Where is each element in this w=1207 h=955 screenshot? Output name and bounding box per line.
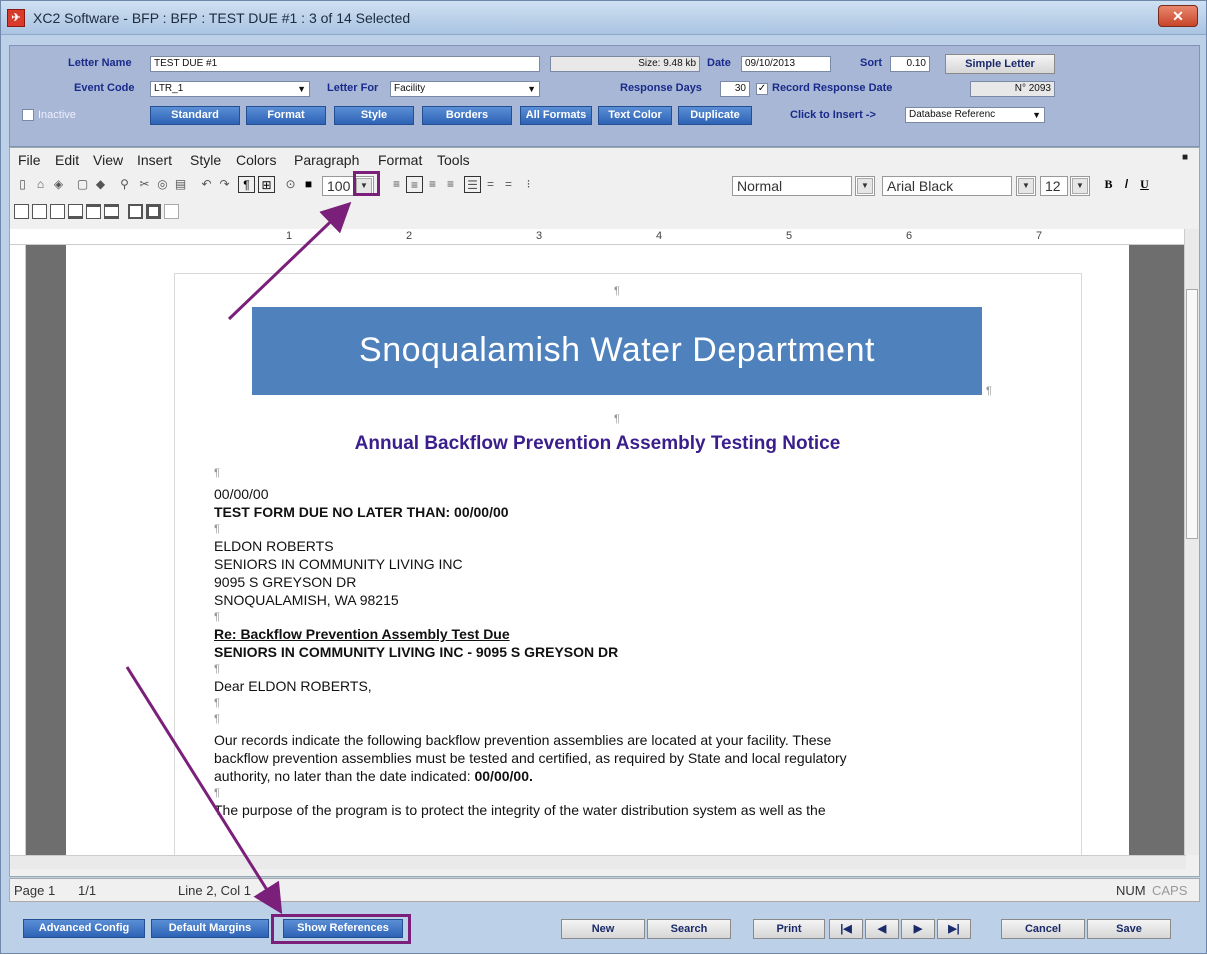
app-window: ✈ XC2 Software - BFP : BFP : TEST DUE #1… [0,0,1207,954]
annotation-arrows [125,201,352,915]
annotation-arrow-toolbar [227,201,352,321]
annotation-arrow-show-references [125,666,283,915]
